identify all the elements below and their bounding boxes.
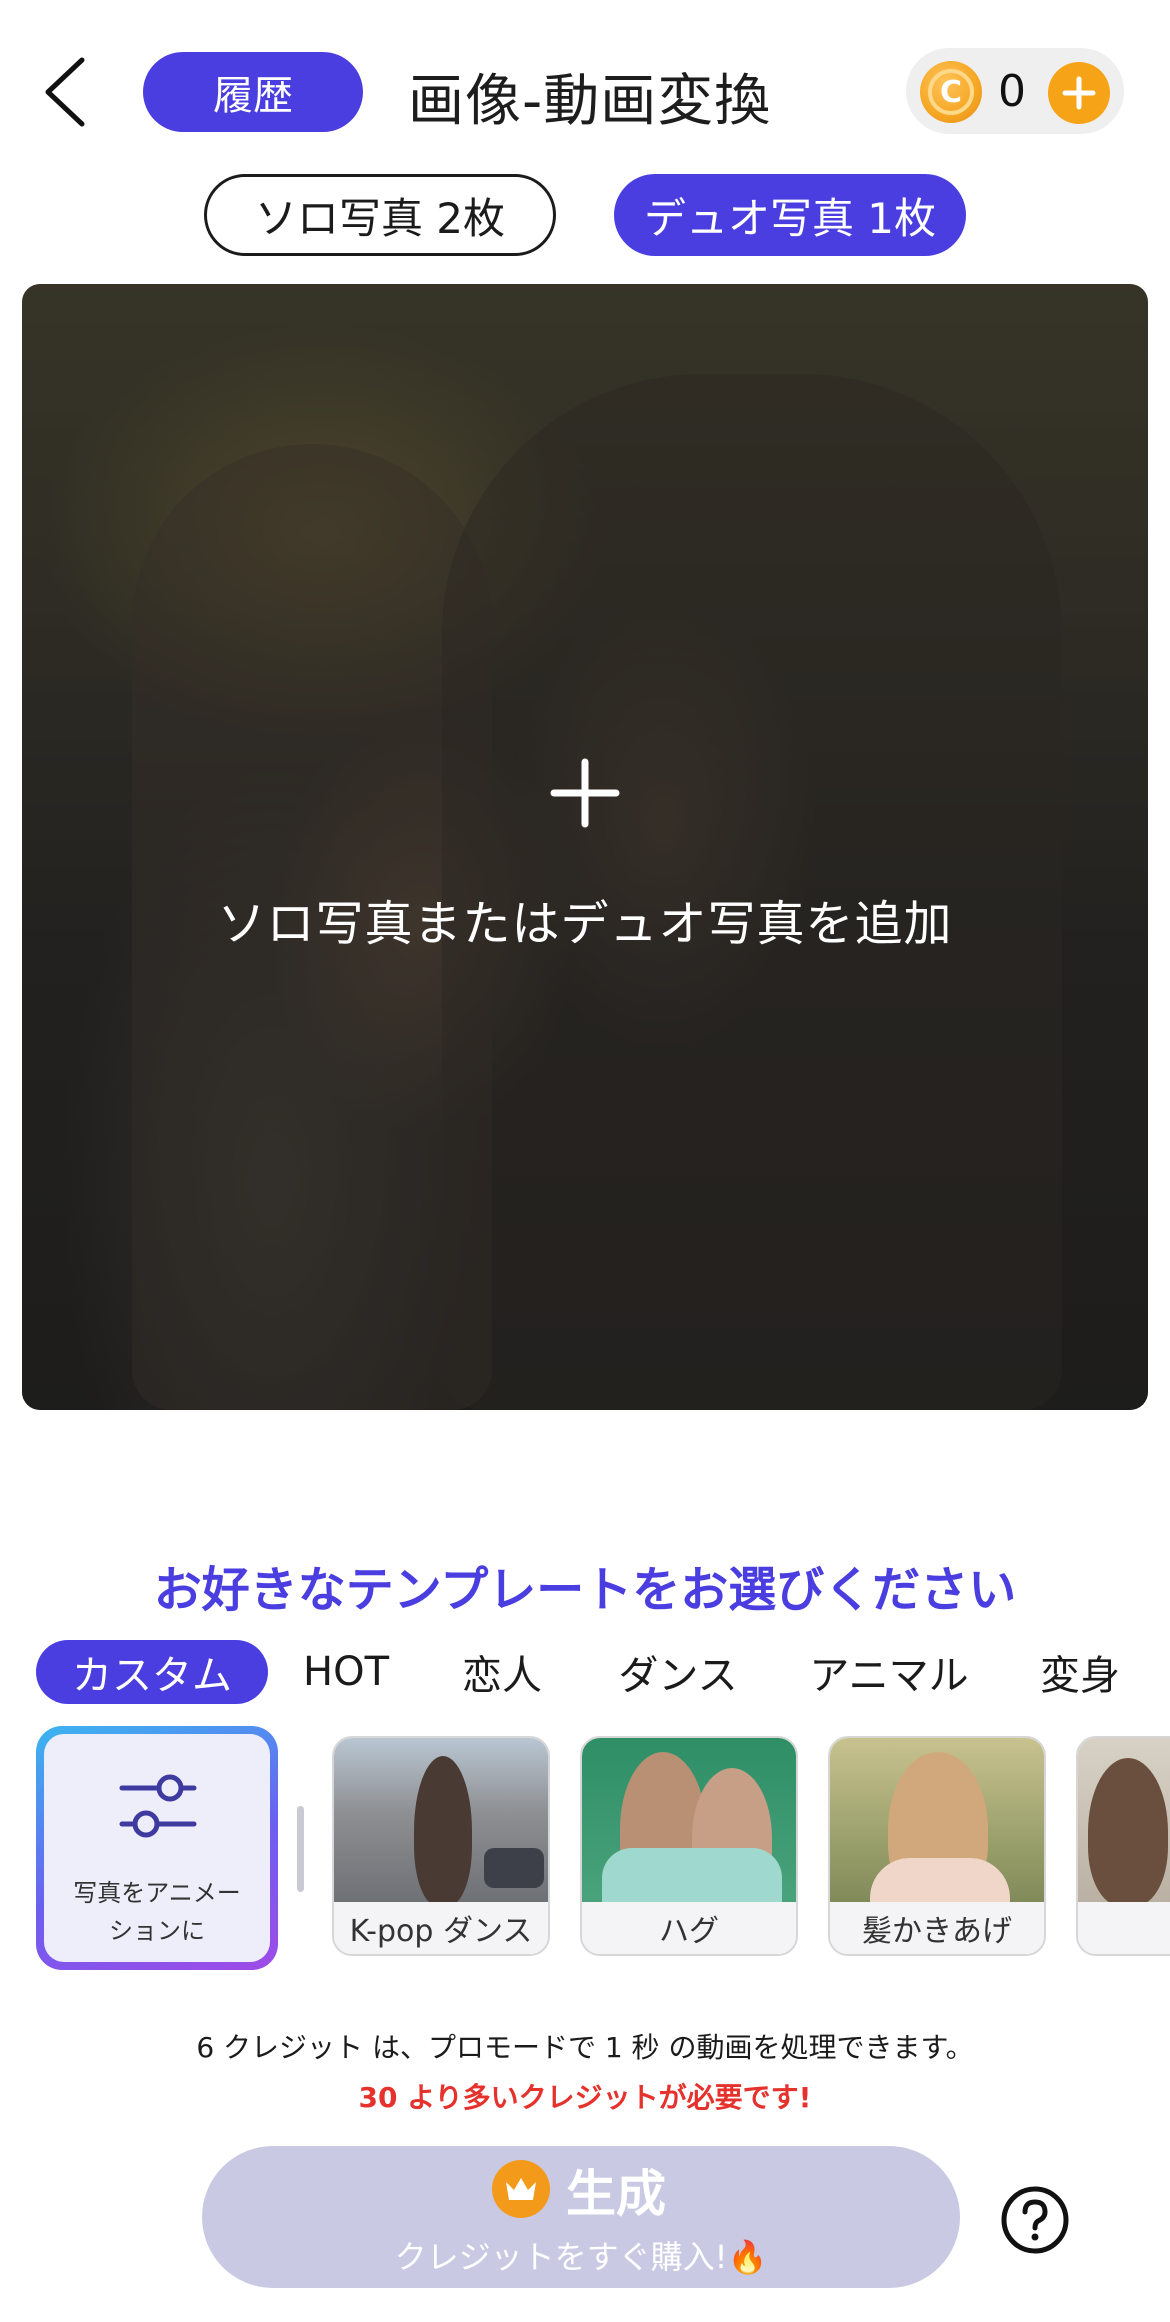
plus-icon: [1062, 76, 1096, 110]
sliders-icon: [119, 1774, 197, 1838]
credit-warning-text: 30 より多いクレジットが必要です!: [358, 2081, 812, 2114]
credit-info-text: 6 クレジット は、プロモードで 1 秒 の動画を処理できます。: [196, 2031, 974, 2064]
duo-photo-mode-button[interactable]: デュオ写真 1枚: [614, 174, 966, 256]
credit-balance[interactable]: C 0: [906, 48, 1124, 134]
custom-template-label: 写真をアニメーションに: [73, 1879, 241, 1945]
photo-upload-area[interactable]: ソロ写真またはデュオ写真を追加: [22, 284, 1148, 1410]
chevron-left-icon: [45, 57, 85, 127]
template-kpop-dance[interactable]: K-pop ダンス: [332, 1736, 550, 1956]
buy-credits-text: クレジットをすぐ購入!🔥: [394, 2238, 768, 2276]
generate-label: 生成: [566, 2165, 666, 2223]
generate-button[interactable]: 生成 クレジットをすぐ購入!🔥: [202, 2146, 960, 2288]
tab-lovers[interactable]: 恋人: [452, 1640, 552, 1704]
template-hug[interactable]: ハグ: [580, 1736, 798, 1956]
solo-photo-mode-button[interactable]: ソロ写真 2枚: [204, 174, 556, 256]
tab-animal[interactable]: アニマル: [804, 1640, 974, 1704]
crown-icon: [492, 2160, 550, 2218]
template-thumbnail: [830, 1738, 1044, 1906]
tab-dance[interactable]: ダンス: [608, 1640, 748, 1704]
template-label: キ: [1078, 1902, 1170, 1954]
history-button[interactable]: 履歴: [143, 52, 363, 132]
help-icon[interactable]: [1000, 2185, 1070, 2255]
tab-custom[interactable]: カスタム: [36, 1640, 268, 1704]
template-label: 髪かきあげ: [830, 1902, 1044, 1954]
carousel-divider: [297, 1806, 304, 1892]
back-button[interactable]: [40, 52, 100, 132]
template-thumbnail: [1078, 1738, 1170, 1906]
template-label: K-pop ダンス: [334, 1902, 548, 1954]
template-carousel[interactable]: 写真をアニメーションに K-pop ダンス ハグ 髪かきあげ キ: [0, 1726, 1170, 1976]
template-partial[interactable]: キ: [1076, 1736, 1170, 1956]
template-label: ハグ: [582, 1902, 796, 1954]
add-photo-label: ソロ写真またはデュオ写真を追加: [217, 896, 953, 952]
coin-icon: C: [920, 61, 982, 123]
template-section-title: お好きなテンプレートをお選びください: [153, 1562, 1017, 1618]
template-hair-flip[interactable]: 髪かきあげ: [828, 1736, 1046, 1956]
add-credits-button[interactable]: [1048, 62, 1110, 124]
credit-count: 0: [998, 65, 1026, 117]
tab-hot[interactable]: HOT: [296, 1640, 396, 1704]
custom-template-card[interactable]: 写真をアニメーションに: [36, 1726, 278, 1970]
page-title: 画像-動画変換: [408, 68, 772, 134]
template-thumbnail: [582, 1738, 796, 1908]
tab-transform[interactable]: 変身: [1030, 1640, 1130, 1704]
add-photo-plus-icon: [550, 758, 620, 828]
template-tabs: カスタム HOT 恋人 ダンス アニマル 変身: [0, 1640, 1170, 1704]
template-thumbnail: [334, 1738, 548, 1906]
